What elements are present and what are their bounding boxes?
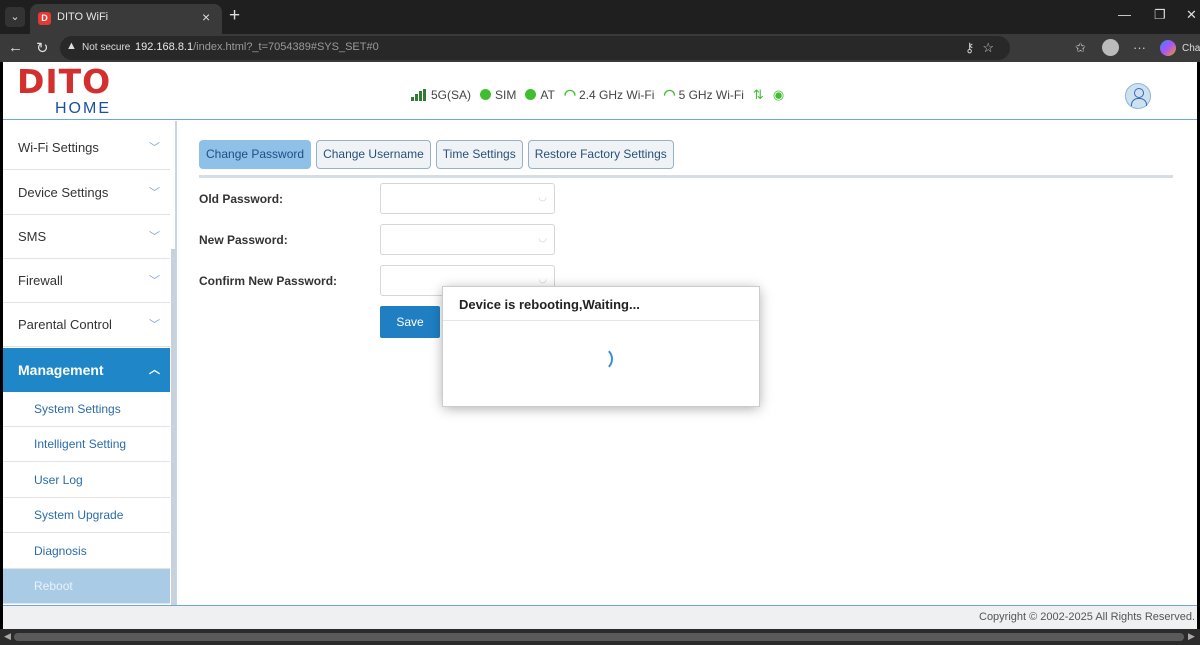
- page-header: DITO HOME 5G(SA) SIM AT ◠ 2.4 GHz Wi-Fi ◠…: [3, 62, 1197, 120]
- tab-search-chevron-icon[interactable]: ⌄: [5, 7, 25, 27]
- password-reveal-icon[interactable]: ◡: [538, 274, 547, 285]
- sidebar-item-management[interactable]: Management ︿: [3, 348, 170, 392]
- dialog-divider: [443, 320, 759, 321]
- back-arrow-icon[interactable]: ←: [8, 39, 23, 56]
- status-bar: 5G(SA) SIM AT ◠ 2.4 GHz Wi-Fi ◠ 5 GHz Wi-F…: [411, 86, 793, 103]
- loading-spinner-icon: [589, 347, 613, 371]
- minimize-icon[interactable]: —: [1118, 7, 1131, 22]
- wifi5-label: 5 GHz Wi-Fi: [678, 87, 744, 102]
- at-label: AT: [540, 87, 555, 102]
- old-password-label: Old Password:: [199, 192, 284, 206]
- scroll-right-icon[interactable]: ▶: [1188, 631, 1195, 642]
- logo-dito: DITO: [17, 62, 112, 101]
- copyright-text: Copyright © 2002-2025 All Rights Reserve…: [979, 611, 1195, 623]
- data-transfer-icon: ⇅: [752, 86, 764, 102]
- submenu-system-settings[interactable]: System Settings: [3, 392, 170, 427]
- confirm-password-label: Confirm New Password:: [199, 274, 338, 288]
- sim-label: SIM: [495, 87, 517, 102]
- url-path: /index.html?_t=7054389#SYS_SET#0: [193, 41, 379, 53]
- tab-time-settings[interactable]: Time Settings: [435, 140, 523, 169]
- at-status: AT: [525, 87, 555, 102]
- sidebar-item-firewall[interactable]: Firewall ﹀: [3, 259, 170, 303]
- url-host: 192.168.8.1: [135, 41, 194, 53]
- wifi5-status: ◠ 5 GHz Wi-Fi: [663, 86, 744, 103]
- sidebar-item-label: Parental Control: [18, 317, 112, 332]
- logo-home: HOME: [55, 100, 111, 117]
- network-label: 5G(SA): [431, 87, 472, 102]
- sidebar-item-device-settings[interactable]: Device Settings ﹀: [3, 171, 170, 215]
- warning-triangle-icon: ▲: [66, 40, 77, 52]
- sidebar-item-label: Firewall: [18, 273, 63, 288]
- url-text: 192.168.8.1/index.html?_t=7054389#SYS_SE…: [135, 41, 379, 53]
- sidebar-item-sms[interactable]: SMS ﹀: [3, 215, 170, 259]
- sidebar-item-parental-control[interactable]: Parental Control ﹀: [3, 303, 170, 347]
- more-menu-icon[interactable]: ···: [1133, 40, 1146, 55]
- password-reveal-icon[interactable]: ◡: [538, 192, 547, 203]
- sidebar: Wi-Fi Settings ﹀ Device Settings ﹀ SMS ﹀ Fi…: [3, 121, 177, 605]
- at-dot-icon: [525, 89, 537, 100]
- wifi24-label: 2.4 GHz Wi-Fi: [579, 87, 655, 102]
- chevron-down-icon: ﹀: [149, 142, 160, 154]
- reload-icon[interactable]: ↻: [36, 39, 49, 57]
- wifi24-status: ◠ 2.4 GHz Wi-Fi: [564, 86, 655, 103]
- chevron-down-icon: ﹀: [149, 231, 160, 243]
- browser-address-bar: ← ↻ ▲ Not secure 192.168.8.1/index.html?…: [0, 34, 1200, 62]
- chevron-down-icon: ﹀: [149, 187, 160, 199]
- new-password-label: New Password:: [199, 233, 288, 247]
- password-reveal-icon[interactable]: ◡: [538, 233, 547, 244]
- wifi-icon: ◠: [563, 86, 577, 102]
- sim-dot-icon: [480, 89, 492, 100]
- new-password-field[interactable]: ◡: [380, 224, 555, 255]
- tabs-divider: [199, 175, 1173, 178]
- dialog-title: Device is rebooting,Waiting...: [459, 297, 640, 312]
- tab-title: DITO WiFi: [57, 11, 109, 23]
- browser-tab[interactable]: D DITO WiFi ×: [30, 4, 222, 34]
- tab-change-username[interactable]: Change Username: [316, 140, 431, 169]
- sidebar-item-label: Device Settings: [18, 185, 109, 200]
- sidebar-item-wifi-settings[interactable]: Wi-Fi Settings ﹀: [3, 126, 170, 170]
- router-page: DITO HOME 5G(SA) SIM AT ◠ 2.4 GHz Wi-Fi ◠…: [3, 62, 1197, 629]
- submenu-diagnosis[interactable]: Diagnosis: [3, 534, 170, 569]
- signal-bars-icon: [411, 88, 427, 101]
- browser-tab-bar: ⌄ D DITO WiFi × + — ❐ ✕: [0, 0, 1200, 34]
- wifi-icon: ◠: [663, 86, 676, 102]
- url-input[interactable]: ▲ Not secure 192.168.8.1/index.html?_t=7…: [60, 36, 1010, 60]
- new-tab-plus-icon[interactable]: +: [229, 5, 240, 27]
- not-secure-label: Not secure: [82, 42, 131, 53]
- submenu-reboot[interactable]: Reboot: [3, 569, 170, 604]
- network-status: 5G(SA): [411, 88, 471, 102]
- sim-status: SIM: [480, 88, 516, 102]
- sidebar-item-label: Management: [18, 362, 104, 378]
- sidebar-item-label: SMS: [18, 229, 47, 244]
- submenu-system-upgrade[interactable]: System Upgrade: [3, 498, 170, 533]
- submenu-user-log[interactable]: User Log: [3, 463, 170, 498]
- tab-restore-factory-settings[interactable]: Restore Factory Settings: [527, 140, 674, 169]
- settings-tabs: Change Password Change Username Time Set…: [199, 140, 679, 169]
- scrollbar-thumb[interactable]: [14, 633, 1184, 641]
- chevron-down-icon: ﹀: [149, 275, 160, 287]
- url-action-icons[interactable]: ⚷☆: [965, 40, 1002, 56]
- message-bubble-icon: ◉: [772, 86, 785, 102]
- save-button[interactable]: Save: [380, 306, 440, 338]
- horizontal-scrollbar[interactable]: ◀ ▶: [0, 629, 1200, 645]
- tab-favicon-icon: D: [38, 12, 51, 25]
- copilot-icon[interactable]: [1160, 40, 1176, 56]
- window-close-icon[interactable]: ✕: [1186, 7, 1197, 23]
- submenu-intelligent-setting[interactable]: Intelligent Setting: [3, 427, 170, 462]
- page-footer: Copyright © 2002-2025 All Rights Reserve…: [3, 605, 1197, 629]
- user-account-icon[interactable]: [1125, 83, 1151, 109]
- browser-profile-avatar-icon[interactable]: [1102, 39, 1119, 56]
- copilot-label[interactable]: Cha: [1182, 43, 1200, 54]
- restore-icon[interactable]: ❐: [1154, 7, 1166, 23]
- scroll-left-icon[interactable]: ◀: [4, 631, 11, 642]
- sidebar-item-label: Wi-Fi Settings: [18, 140, 99, 155]
- reboot-dialog: Device is rebooting,Waiting...: [443, 287, 759, 406]
- chevron-down-icon: ﹀: [149, 319, 160, 331]
- favorites-star-icon[interactable]: ✩: [1075, 40, 1086, 56]
- chevron-up-icon: ︿: [149, 364, 160, 376]
- sidebar-scrollbar[interactable]: [171, 249, 176, 605]
- old-password-field[interactable]: ◡: [380, 183, 555, 214]
- tab-change-password[interactable]: Change Password: [199, 140, 312, 169]
- tab-close-icon[interactable]: ×: [202, 9, 210, 25]
